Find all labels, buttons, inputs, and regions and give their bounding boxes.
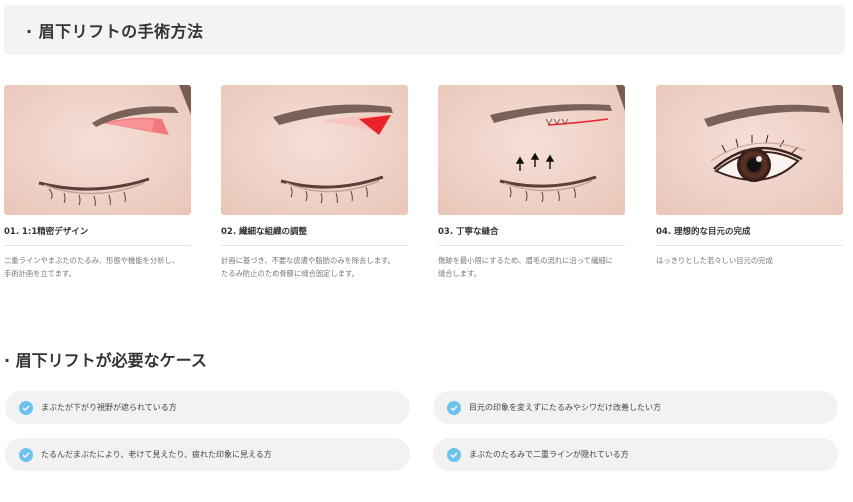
desc-line: はっきりとした若々しい目元の完成 bbox=[656, 256, 773, 265]
step-card-3: 03. 丁寧な縫合 傷跡を最小限にするため、眉毛の流れに沿って繊細に 縫合します… bbox=[438, 85, 625, 280]
step-description: 二重ラインやまぶたのたるみ、形態や機能を分析し、 手術計画を立てます。 bbox=[4, 255, 191, 280]
step-caption: 01. 1:1精密デザイン bbox=[4, 227, 89, 237]
procedure-steps: 01. 1:1精密デザイン 二重ラインやまぶたのたるみ、形態や機能を分析し、 手… bbox=[4, 85, 846, 285]
case-item-label: たるんだまぶたにより、老けて見えたり、疲れた印象に見える方 bbox=[41, 450, 272, 459]
step-card-4: 04. 理想的な目元の完成 はっきりとした若々しい目元の完成 bbox=[656, 85, 843, 268]
desc-line: 縫合します。 bbox=[438, 268, 482, 278]
step-caption: 02. 繊細な組織の調整 bbox=[221, 227, 308, 237]
divider bbox=[4, 245, 191, 246]
section-header: · 眉下リフトの手術方法 bbox=[4, 5, 845, 55]
case-item-4: まぶたのたるみで二重ラインが隠れている方 bbox=[433, 438, 838, 471]
step-description: 傷跡を最小限にするため、眉毛の流れに沿って繊細に 縫合します。 bbox=[438, 255, 625, 280]
page-title: · 眉下リフトの手術方法 bbox=[26, 22, 204, 41]
step-3-illustration bbox=[438, 85, 625, 215]
desc-line: たるみ防止のため骨膜に縫合固定します。 bbox=[221, 268, 359, 278]
divider bbox=[438, 245, 625, 246]
desc-line: 二重ラインやまぶたのたるみ、形態や機能を分析し、 bbox=[4, 256, 180, 265]
step-caption: 03. 丁寧な縫合 bbox=[438, 227, 499, 237]
cases-title: · 眉下リフトが必要なケース bbox=[4, 351, 207, 370]
divider bbox=[656, 245, 843, 246]
step-1-illustration bbox=[4, 85, 191, 215]
check-circle-icon bbox=[447, 400, 461, 415]
case-item-1: まぶたが下がり視野が遮られている方 bbox=[5, 391, 410, 424]
desc-line: 傷跡を最小限にするため、眉毛の流れに沿って繊細に bbox=[438, 256, 613, 265]
check-circle-icon bbox=[19, 400, 33, 415]
case-item-2: 目元の印象を変えずにたるみやシワだけ改善したい方 bbox=[433, 391, 838, 424]
step-2-illustration bbox=[221, 85, 408, 215]
case-item-3: たるんだまぶたにより、老けて見えたり、疲れた印象に見える方 bbox=[5, 438, 410, 471]
case-item-label: 目元の印象を変えずにたるみやシワだけ改善したい方 bbox=[469, 403, 661, 412]
step-description: 計画に基づき、不要な皮膚や脂肪のみを除去します。 たるみ防止のため骨膜に縫合固定… bbox=[221, 255, 408, 280]
case-item-label: まぶたのたるみで二重ラインが隠れている方 bbox=[469, 450, 629, 459]
check-circle-icon bbox=[19, 447, 33, 462]
check-circle-icon bbox=[447, 447, 461, 462]
divider bbox=[221, 245, 408, 246]
step-card-1: 01. 1:1精密デザイン 二重ラインやまぶたのたるみ、形態や機能を分析し、 手… bbox=[4, 85, 191, 280]
step-card-2: 02. 繊細な組織の調整 計画に基づき、不要な皮膚や脂肪のみを除去します。 たる… bbox=[221, 85, 408, 280]
step-4-illustration bbox=[656, 85, 843, 215]
step-caption: 04. 理想的な目元の完成 bbox=[656, 227, 751, 237]
case-item-label: まぶたが下がり視野が遮られている方 bbox=[41, 403, 177, 412]
desc-line: 計画に基づき、不要な皮膚や脂肪のみを除去します。 bbox=[221, 256, 395, 265]
step-description: はっきりとした若々しい目元の完成 bbox=[656, 255, 843, 268]
desc-line: 手術計画を立てます。 bbox=[4, 268, 76, 278]
